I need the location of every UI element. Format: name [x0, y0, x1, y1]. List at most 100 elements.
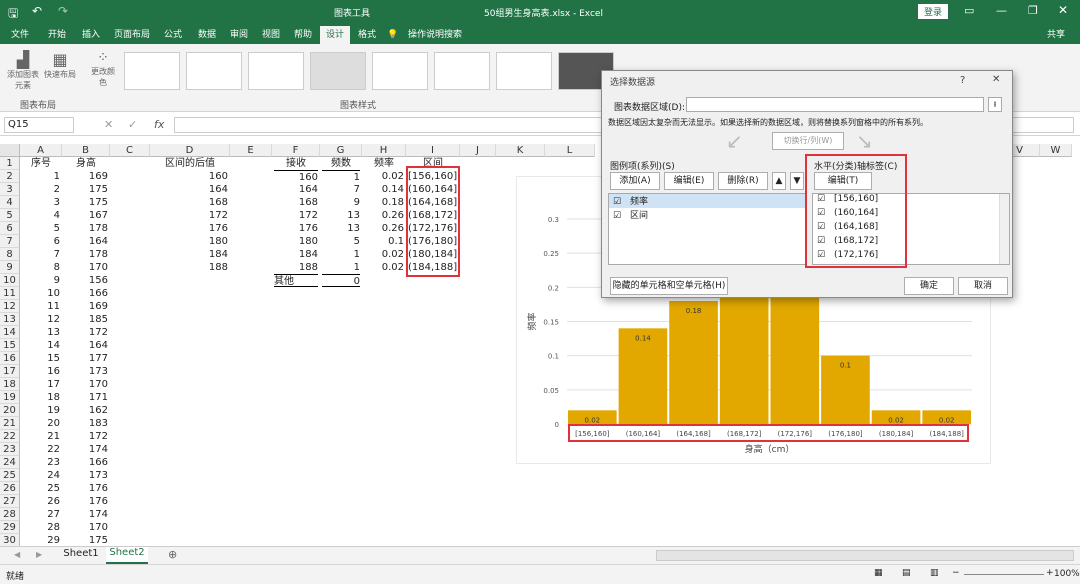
collapse-range-icon[interactable]: ⭱ [988, 97, 1002, 112]
cell-d[interactable]: 176 [152, 222, 228, 235]
row-header[interactable]: 28 [0, 508, 20, 521]
help-button[interactable]: ? [960, 75, 965, 86]
row-header[interactable]: 1 [0, 157, 20, 170]
change-colors-button[interactable]: ⁘ 更改颜色 [88, 50, 118, 88]
cell-a[interactable]: 17 [22, 378, 60, 391]
series-item[interactable]: ☑ 频率 [609, 194, 805, 208]
name-box[interactable]: Q15 [4, 117, 74, 133]
row-header[interactable]: 4 [0, 196, 20, 209]
cell-h[interactable]: 0.02 [364, 170, 404, 183]
row-header[interactable]: 23 [0, 443, 20, 456]
cell-a[interactable]: 19 [22, 404, 60, 417]
cell-a[interactable]: 25 [22, 482, 60, 495]
cell-b[interactable]: 167 [64, 209, 108, 222]
dialog-close-button[interactable]: ✕ [992, 74, 1000, 85]
cell-b[interactable]: 166 [64, 456, 108, 469]
page-layout-icon[interactable]: ▤ [902, 568, 911, 578]
row-header[interactable]: 14 [0, 326, 20, 339]
cell-f[interactable]: 接收 [274, 157, 318, 170]
chart-style-4[interactable] [310, 52, 366, 90]
maximize-icon[interactable]: ❐ [1028, 4, 1038, 17]
cell-g[interactable]: 1 [322, 170, 360, 183]
share-button[interactable]: 共享 [1040, 26, 1072, 44]
row-header[interactable]: 2 [0, 170, 20, 183]
cell-g[interactable]: 1 [322, 248, 360, 261]
fx-icon[interactable]: fx [154, 118, 164, 131]
chart-style-2[interactable] [186, 52, 242, 90]
cell-b[interactable]: 164 [64, 339, 108, 352]
axis-list-scrollbar[interactable] [999, 194, 1009, 264]
cell-a[interactable]: 23 [22, 456, 60, 469]
row-header[interactable]: 11 [0, 287, 20, 300]
cell-b[interactable]: 170 [64, 521, 108, 534]
cell-a[interactable]: 21 [22, 430, 60, 443]
zoom-level[interactable]: 100% [1054, 569, 1080, 579]
cell-b[interactable]: 170 [64, 261, 108, 274]
cell-d[interactable]: 172 [152, 209, 228, 222]
login-button[interactable]: 登录 [918, 4, 949, 19]
chart-style-7[interactable] [496, 52, 552, 90]
cell-f[interactable]: 172 [274, 209, 318, 222]
tab-file[interactable]: 文件 [6, 26, 34, 44]
tab-format[interactable]: 格式 [352, 26, 382, 44]
cell-b[interactable]: 175 [64, 196, 108, 209]
horizontal-scrollbar[interactable] [656, 550, 1074, 561]
row-header[interactable]: 25 [0, 469, 20, 482]
tab-design[interactable]: 设计 [320, 26, 350, 44]
cell-a[interactable]: 13 [22, 326, 60, 339]
cell-h[interactable]: 0.26 [364, 209, 404, 222]
cell-h[interactable]: 0.02 [364, 248, 404, 261]
add-sheet-icon[interactable]: ⊕ [168, 548, 177, 561]
column-header[interactable]: A [20, 144, 62, 157]
cell-h[interactable]: 0.14 [364, 183, 404, 196]
cell-h[interactable]: 0.1 [364, 235, 404, 248]
save-icon[interactable]: 🖫 [8, 4, 18, 25]
row-header[interactable]: 13 [0, 313, 20, 326]
column-header[interactable]: F [272, 144, 320, 157]
cell-b[interactable]: 176 [64, 482, 108, 495]
row-header[interactable]: 22 [0, 430, 20, 443]
cell-a[interactable]: 14 [22, 339, 60, 352]
cell-a[interactable]: 3 [22, 196, 60, 209]
tab-formulas[interactable]: 公式 [158, 26, 188, 44]
row-header[interactable]: 19 [0, 391, 20, 404]
cell-b[interactable]: 171 [64, 391, 108, 404]
cell-b[interactable]: 174 [64, 443, 108, 456]
cell-a[interactable]: 18 [22, 391, 60, 404]
hidden-empty-cells-button[interactable]: 隐藏的单元格和空单元格(H) [610, 277, 728, 295]
cell-b[interactable]: 173 [64, 469, 108, 482]
cancel-button[interactable]: 取消 [958, 277, 1008, 295]
add-chart-element-button[interactable]: ▟ 添加图表元素 [6, 50, 40, 91]
row-header[interactable]: 26 [0, 482, 20, 495]
cell-g[interactable]: 7 [322, 183, 360, 196]
cell-b[interactable]: 170 [64, 378, 108, 391]
quick-layout-button[interactable]: ▦ 快速布局 [42, 50, 78, 80]
row-header[interactable]: 24 [0, 456, 20, 469]
cell-a[interactable]: 22 [22, 443, 60, 456]
row-header[interactable]: 9 [0, 261, 20, 274]
cell-b[interactable]: 178 [64, 222, 108, 235]
cell-b[interactable]: 178 [64, 248, 108, 261]
cell-b[interactable]: 172 [64, 430, 108, 443]
cell-a[interactable]: 5 [22, 222, 60, 235]
cell-b[interactable]: 185 [64, 313, 108, 326]
cell-b[interactable]: 169 [64, 170, 108, 183]
tab-page-layout[interactable]: 页面布局 [110, 26, 154, 44]
sheet-tab-sheet1[interactable]: Sheet1 [60, 548, 102, 564]
ribbon-display-icon[interactable]: ▭ [964, 4, 974, 17]
zoom-slider[interactable] [964, 574, 1044, 575]
move-down-icon[interactable]: ▼ [790, 172, 804, 190]
column-header[interactable]: E [230, 144, 272, 157]
column-header[interactable]: L [545, 144, 595, 157]
switch-row-column-button[interactable]: 切换行/列(W) [772, 132, 844, 150]
cell-f[interactable]: 184 [274, 248, 318, 261]
row-header[interactable]: 27 [0, 495, 20, 508]
cell-d[interactable]: 180 [152, 235, 228, 248]
cell-h[interactable]: 0.26 [364, 222, 404, 235]
cell-a[interactable]: 11 [22, 300, 60, 313]
cell-b[interactable]: 162 [64, 404, 108, 417]
cell-b[interactable]: 176 [64, 495, 108, 508]
cell-a[interactable]: 1 [22, 170, 60, 183]
chart-style-3[interactable] [248, 52, 304, 90]
chart-style-6[interactable] [434, 52, 490, 90]
